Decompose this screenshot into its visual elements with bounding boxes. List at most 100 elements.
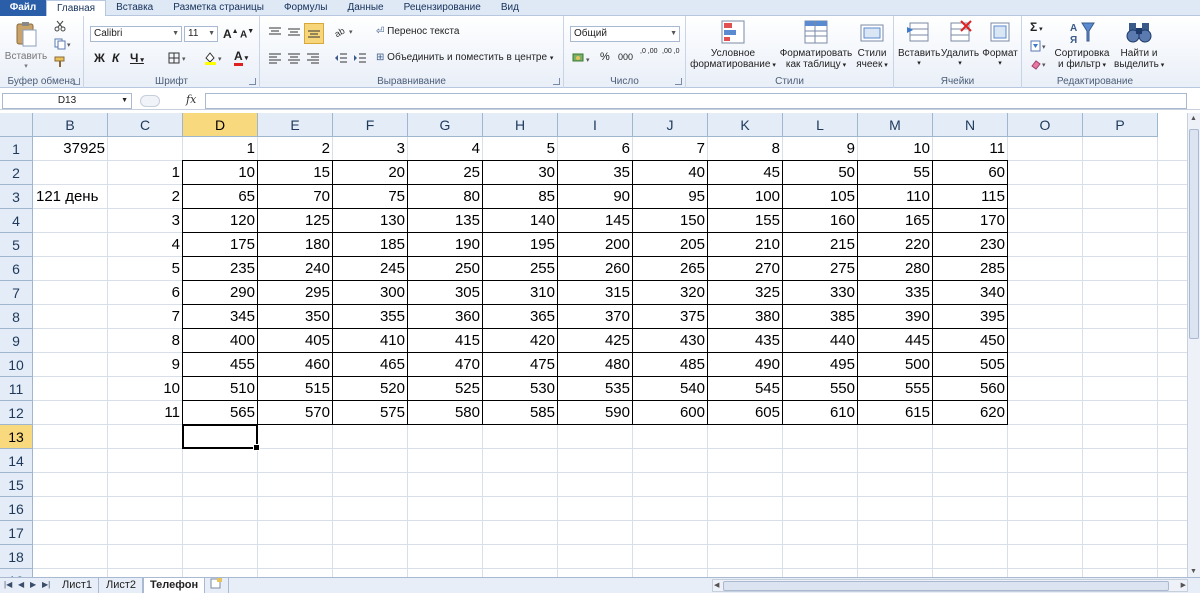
table-cell[interactable]: 160 bbox=[783, 209, 858, 233]
row-header-11[interactable]: 11 bbox=[0, 377, 33, 401]
row-header-3[interactable]: 3 bbox=[0, 185, 33, 209]
cell-header-k1[interactable]: 8 bbox=[708, 137, 783, 161]
table-cell[interactable]: 200 bbox=[558, 233, 633, 257]
table-cell[interactable]: 615 bbox=[858, 401, 933, 425]
table-cell[interactable]: 285 bbox=[933, 257, 1008, 281]
table-cell[interactable]: 280 bbox=[858, 257, 933, 281]
table-cell[interactable]: 150 bbox=[633, 209, 708, 233]
table-cell[interactable]: 435 bbox=[708, 329, 783, 353]
decrease-decimal-button[interactable]: ,00 ,0 bbox=[662, 48, 680, 56]
table-cell[interactable]: 340 bbox=[933, 281, 1008, 305]
grow-font-button[interactable]: A▲ bbox=[223, 27, 239, 41]
table-cell[interactable]: 305 bbox=[408, 281, 483, 305]
delete-cells-button[interactable]: Удалить ▾ bbox=[940, 19, 980, 67]
autosum-button[interactable]: Σ ▾ bbox=[1030, 20, 1043, 34]
table-cell[interactable]: 135 bbox=[408, 209, 483, 233]
column-header-h[interactable]: H bbox=[483, 113, 558, 137]
table-cell[interactable]: 610 bbox=[783, 401, 858, 425]
table-cell[interactable]: 550 bbox=[783, 377, 858, 401]
row-header-4[interactable]: 4 bbox=[0, 209, 33, 233]
table-cell[interactable]: 575 bbox=[333, 401, 408, 425]
table-cell[interactable]: 375 bbox=[633, 305, 708, 329]
table-cell[interactable]: 390 bbox=[858, 305, 933, 329]
table-cell[interactable]: 35 bbox=[558, 161, 633, 185]
formula-input[interactable] bbox=[205, 93, 1187, 109]
cell-c9[interactable]: 8 bbox=[108, 329, 183, 353]
row-header-2[interactable]: 2 bbox=[0, 161, 33, 185]
table-cell[interactable]: 425 bbox=[558, 329, 633, 353]
sort-filter-button[interactable]: АЯ Сортировка и фильтр ▾ bbox=[1052, 19, 1112, 70]
table-cell[interactable]: 240 bbox=[258, 257, 333, 281]
row-header-10[interactable]: 10 bbox=[0, 353, 33, 377]
table-cell[interactable]: 335 bbox=[858, 281, 933, 305]
table-cell[interactable]: 50 bbox=[783, 161, 858, 185]
table-cell[interactable]: 620 bbox=[933, 401, 1008, 425]
table-cell[interactable]: 215 bbox=[783, 233, 858, 257]
table-cell[interactable]: 270 bbox=[708, 257, 783, 281]
table-cell[interactable]: 180 bbox=[258, 233, 333, 257]
table-cell[interactable]: 290 bbox=[183, 281, 258, 305]
last-sheet-icon[interactable]: ▶| bbox=[42, 580, 50, 589]
table-cell[interactable]: 450 bbox=[933, 329, 1008, 353]
table-cell[interactable]: 540 bbox=[633, 377, 708, 401]
sheet-tab-telefon[interactable]: Телефон bbox=[143, 578, 206, 593]
horizontal-scroll-thumb[interactable] bbox=[723, 581, 1169, 591]
table-cell[interactable]: 40 bbox=[633, 161, 708, 185]
table-cell[interactable]: 310 bbox=[483, 281, 558, 305]
number-launcher[interactable] bbox=[675, 78, 682, 85]
column-header-k[interactable]: K bbox=[708, 113, 783, 137]
cell-c6[interactable]: 5 bbox=[108, 257, 183, 281]
scroll-up-icon[interactable]: ▲ bbox=[1190, 115, 1197, 122]
underline-button[interactable]: Ч ▾ bbox=[130, 51, 144, 65]
table-cell[interactable]: 85 bbox=[483, 185, 558, 209]
bold-button[interactable]: Ж bbox=[94, 51, 105, 65]
align-left-button[interactable] bbox=[268, 52, 282, 67]
table-cell[interactable]: 345 bbox=[183, 305, 258, 329]
table-cell[interactable]: 545 bbox=[708, 377, 783, 401]
table-cell[interactable]: 185 bbox=[333, 233, 408, 257]
table-cell[interactable]: 320 bbox=[633, 281, 708, 305]
tab-home[interactable]: Главная bbox=[46, 0, 107, 17]
tab-review[interactable]: Рецензирование bbox=[394, 0, 491, 16]
cell-c10[interactable]: 9 bbox=[108, 353, 183, 377]
table-cell[interactable]: 530 bbox=[483, 377, 558, 401]
cell-c7[interactable]: 6 bbox=[108, 281, 183, 305]
formula-bar-resize-handle[interactable] bbox=[140, 95, 160, 107]
table-cell[interactable]: 250 bbox=[408, 257, 483, 281]
format-as-table-button[interactable]: Форматировать как таблицу ▾ bbox=[778, 19, 854, 70]
find-select-button[interactable]: Найти и выделить ▾ bbox=[1114, 19, 1164, 70]
fill-button[interactable]: ▾ bbox=[1030, 40, 1050, 55]
table-cell[interactable]: 205 bbox=[633, 233, 708, 257]
table-cell[interactable]: 430 bbox=[633, 329, 708, 353]
table-cell[interactable]: 125 bbox=[258, 209, 333, 233]
cell-b1[interactable]: 37925 bbox=[33, 137, 108, 161]
table-cell[interactable]: 405 bbox=[258, 329, 333, 353]
table-cell[interactable]: 275 bbox=[783, 257, 858, 281]
column-header-l[interactable]: L bbox=[783, 113, 858, 137]
cut-icon[interactable] bbox=[54, 20, 66, 35]
clear-button[interactable]: ▾ bbox=[1030, 58, 1050, 73]
table-cell[interactable]: 90 bbox=[558, 185, 633, 209]
column-header-p[interactable]: P bbox=[1083, 113, 1158, 137]
tab-formulas[interactable]: Формулы bbox=[274, 0, 338, 16]
cell-header-g1[interactable]: 4 bbox=[408, 137, 483, 161]
cell-header-e1[interactable]: 2 bbox=[258, 137, 333, 161]
row-header-1[interactable]: 1 bbox=[0, 137, 33, 161]
merge-center-button[interactable]: ⊞ Объединить и поместить в центре ▾ bbox=[376, 52, 553, 63]
table-cell[interactable]: 605 bbox=[708, 401, 783, 425]
tab-view[interactable]: Вид bbox=[491, 0, 529, 16]
column-header-j[interactable]: J bbox=[633, 113, 708, 137]
table-cell[interactable]: 220 bbox=[858, 233, 933, 257]
decrease-indent-button[interactable] bbox=[334, 52, 348, 67]
tab-data[interactable]: Данные bbox=[337, 0, 393, 16]
sheet-tab-list1[interactable]: Лист1 bbox=[56, 578, 100, 593]
table-cell[interactable]: 535 bbox=[558, 377, 633, 401]
conditional-formatting-button[interactable]: Условное форматирование ▾ bbox=[690, 19, 776, 70]
table-cell[interactable]: 465 bbox=[333, 353, 408, 377]
table-cell[interactable]: 255 bbox=[483, 257, 558, 281]
cell-header-j1[interactable]: 7 bbox=[633, 137, 708, 161]
borders-button[interactable]: ▾ bbox=[168, 51, 190, 68]
tab-file[interactable]: Файл bbox=[0, 0, 46, 16]
row-header-5[interactable]: 5 bbox=[0, 233, 33, 257]
column-header-b[interactable]: B bbox=[33, 113, 108, 137]
